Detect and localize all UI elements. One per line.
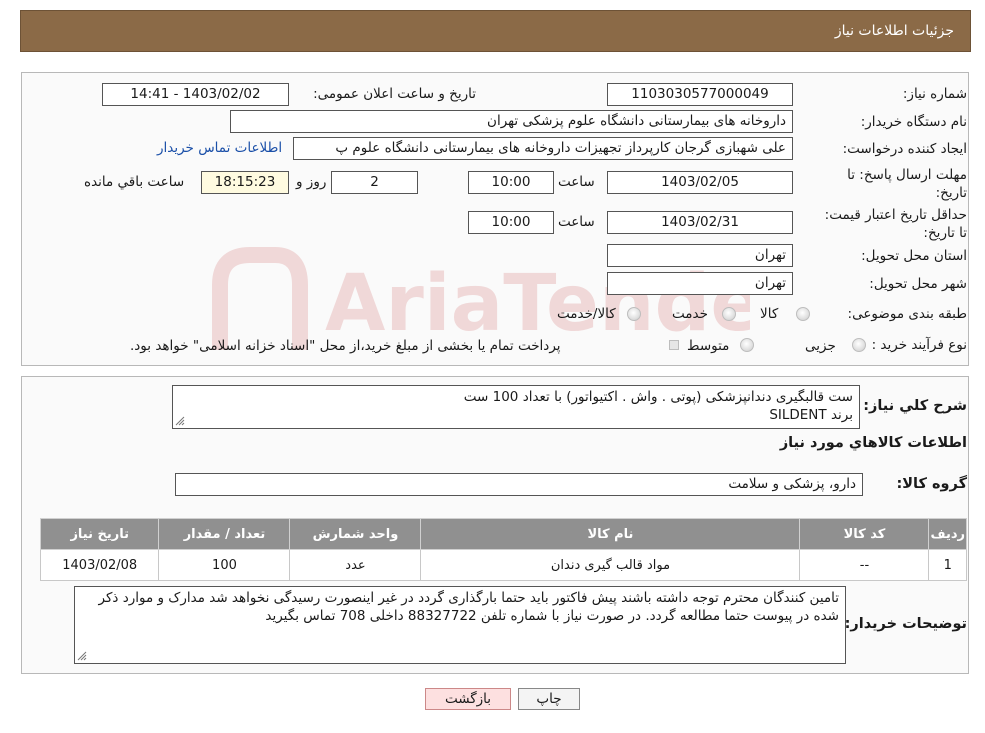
category-label: طبقه بندی موضوعی: xyxy=(847,306,967,322)
page-title: جزئیات اطلاعات نیاز xyxy=(834,23,954,39)
creator-label: ایجاد کننده درخواست: xyxy=(842,141,967,157)
category-radio-goods-service[interactable] xyxy=(627,307,641,321)
deadline-time-label: ساعت xyxy=(558,174,595,190)
items-table: ردیف کد کالا نام کالا واحد شمارش تعداد /… xyxy=(39,518,967,581)
deadline-time-field: 10:00 xyxy=(468,171,554,194)
cell-name: مواد قالب گیری دندان xyxy=(420,549,801,581)
days-field: 2 xyxy=(331,171,418,194)
resize-grip-icon[interactable] xyxy=(77,651,87,661)
remaining-label: ساعت باقي مانده xyxy=(84,174,185,190)
col-row: ردیف xyxy=(928,518,967,550)
days-label: روز و xyxy=(296,174,327,190)
category-radio-service[interactable] xyxy=(722,307,736,321)
category-option-service: خدمت xyxy=(672,306,708,322)
validity-time-field: 10:00 xyxy=(468,211,554,234)
validity-date-field: 1403/02/31 xyxy=(607,211,793,234)
process-option-medium: متوسط xyxy=(687,338,730,354)
buyer-notes-text: تامین کنندگان محترم توجه داشته باشند پیش… xyxy=(98,590,839,624)
table-row: 1 -- مواد قالب گیری دندان عدد 100 1403/0… xyxy=(39,549,967,581)
need-number-label: شماره نیاز: xyxy=(902,86,967,102)
print-button[interactable]: چاپ xyxy=(518,688,580,710)
contact-buyer-link[interactable]: اطلاعات تماس خریدار xyxy=(157,140,282,156)
group-label: گروه کالا: xyxy=(896,476,967,492)
watermark-mark-icon xyxy=(212,247,308,350)
deadline-date-field: 1403/02/05 xyxy=(607,171,793,194)
col-qty: تعداد / مقدار xyxy=(158,518,291,550)
category-radio-goods[interactable] xyxy=(796,307,810,321)
cell-unit: عدد xyxy=(289,549,422,581)
announce-label: تاریخ و ساعت اعلان عمومی: xyxy=(313,86,476,102)
summary-line-1: ست قالبگیری دندانپزشکی (پوتی . واش . اکت… xyxy=(463,389,853,405)
creator-field: علی شهبازی گرجان کارپرداز تجهیزات داروخا… xyxy=(293,137,793,160)
process-checkbox[interactable] xyxy=(669,340,679,350)
validity-time-label: ساعت xyxy=(558,214,595,230)
group-field: دارو، پزشکی و سلامت xyxy=(175,473,863,496)
buyer-notes-label: توضیحات خریدار: xyxy=(844,616,967,632)
cell-row: 1 xyxy=(928,549,967,581)
process-option-minor: جزیی xyxy=(805,338,836,354)
category-option-goods-service: کالا/خدمت xyxy=(557,306,616,322)
buyer-org-field: داروخانه های بیمارستانی دانشگاه علوم پزش… xyxy=(230,110,793,133)
summary-label: شرح کلي نياز: xyxy=(863,398,967,414)
cell-date: 1403/02/08 xyxy=(39,549,160,581)
category-option-goods: کالا xyxy=(760,306,779,322)
col-unit: واحد شمارش xyxy=(289,518,422,550)
need-number-field: 1103030577000049 xyxy=(607,83,793,106)
cell-qty: 100 xyxy=(158,549,291,581)
buyer-notes-textarea[interactable]: تامین کنندگان محترم توجه داشته باشند پیش… xyxy=(74,586,846,664)
buyer-org-label: نام دستگاه خریدار: xyxy=(860,114,967,130)
deadline-label: مهلت ارسال پاسخ: تا تاریخ: xyxy=(847,167,967,201)
process-note: پرداخت تمام یا بخشی از مبلغ خرید،از محل … xyxy=(130,338,561,354)
city-field: تهران xyxy=(607,272,793,295)
col-date: تاریخ نیاز xyxy=(39,518,160,550)
province-label: استان محل تحویل: xyxy=(861,248,967,264)
page-header: جزئیات اطلاعات نیاز xyxy=(20,10,971,52)
city-label: شهر محل تحویل: xyxy=(869,276,967,292)
process-radio-medium[interactable] xyxy=(740,338,754,352)
back-button[interactable]: بازگشت xyxy=(425,688,511,710)
summary-textarea[interactable]: ست قالبگیری دندانپزشکی (پوتی . واش . اکت… xyxy=(172,385,860,429)
items-heading: اطلاعات کالاهاي مورد نياز xyxy=(779,435,967,451)
summary-line-2: برند SILDENT xyxy=(769,407,853,423)
resize-grip-icon[interactable] xyxy=(175,416,185,426)
validity-label: حداقل تاریخ اعتبار قیمت: تا تاریخ: xyxy=(824,207,967,241)
province-field: تهران xyxy=(607,244,793,267)
cell-code: -- xyxy=(799,549,930,581)
col-code: کد کالا xyxy=(799,518,930,550)
col-name: نام کالا xyxy=(420,518,801,550)
remaining-time-field: 18:15:23 xyxy=(201,171,289,194)
items-table-header: ردیف کد کالا نام کالا واحد شمارش تعداد /… xyxy=(39,518,967,550)
process-radio-minor[interactable] xyxy=(852,338,866,352)
process-label: نوع فرآیند خرید : xyxy=(871,337,967,353)
announce-field: 1403/02/02 - 14:41 xyxy=(102,83,289,106)
